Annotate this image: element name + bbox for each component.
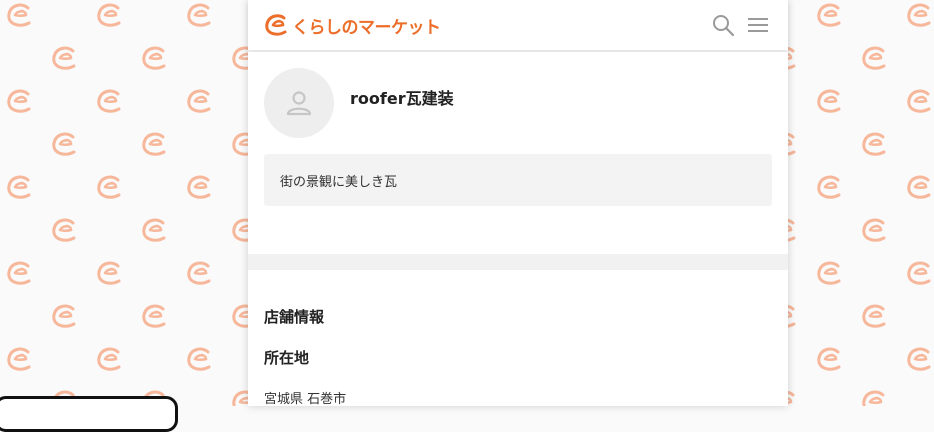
pattern-mascot-icon [907, 175, 931, 199]
pattern-mascot-icon [817, 261, 841, 285]
pattern-mascot-icon [817, 175, 841, 199]
pattern-mascot-icon [7, 175, 31, 199]
pattern-mascot-icon [187, 175, 211, 199]
pattern-mascot-icon [7, 3, 31, 27]
pattern-mascot-icon [97, 347, 121, 371]
pattern-mascot-icon [97, 175, 121, 199]
search-button[interactable] [710, 12, 736, 38]
pattern-mascot-icon [142, 304, 166, 328]
store-info-heading: 店舗情報 [264, 308, 325, 326]
pattern-mascot-icon [187, 261, 211, 285]
site-logo[interactable]: くらしのマーケット [264, 12, 441, 38]
shop-profile-card: roofer瓦建装 街の景観に美しき瓦 [248, 52, 788, 254]
location-value: 宮城県 石巻市 [264, 392, 347, 407]
pattern-mascot-icon [52, 218, 76, 242]
pattern-mascot-icon [862, 390, 885, 406]
pattern-mascot-icon [862, 132, 886, 156]
pattern-mascot-icon [7, 261, 31, 285]
floating-widget[interactable] [0, 396, 178, 432]
pattern-mascot-icon [7, 347, 31, 371]
pattern-mascot-icon [817, 89, 841, 113]
avatar [264, 68, 334, 138]
pattern-mascot-icon [52, 132, 76, 156]
shop-description-box: 街の景観に美しき瓦 [264, 154, 772, 206]
pattern-mascot-icon [907, 89, 931, 113]
user-silhouette-icon [286, 91, 312, 116]
page-container: くらしのマーケット roofer瓦建装 街の景観に美しき瓦 店舗情報 所在地 宮… [248, 0, 788, 407]
pattern-mascot-icon [142, 218, 166, 242]
pattern-mascot-icon [142, 46, 166, 70]
menu-button[interactable] [745, 12, 771, 38]
search-icon [713, 15, 735, 37]
pattern-mascot-icon [907, 261, 931, 285]
shop-name: roofer瓦建装 [350, 89, 454, 108]
pattern-mascot-icon [907, 347, 931, 371]
location-heading: 所在地 [264, 349, 310, 367]
shop-description: 街の景観に美しき瓦 [280, 174, 398, 190]
site-header: くらしのマーケット [248, 0, 788, 50]
pattern-mascot-icon [187, 3, 211, 27]
pattern-mascot-icon [862, 46, 886, 70]
pattern-mascot-icon [907, 3, 931, 27]
pattern-mascot-icon [97, 261, 121, 285]
pattern-mascot-icon [97, 89, 121, 113]
pattern-mascot-icon [862, 218, 886, 242]
pattern-mascot-icon [52, 304, 76, 328]
pattern-mascot-icon [97, 3, 121, 27]
pattern-mascot-icon [817, 3, 841, 27]
c-mascot-icon [265, 14, 287, 36]
hamburger-menu-icon [748, 18, 768, 32]
pattern-mascot-icon [187, 347, 211, 371]
pattern-mascot-icon [52, 46, 76, 70]
pattern-mascot-icon [862, 304, 886, 328]
pattern-mascot-icon [187, 89, 211, 113]
pattern-mascot-icon [817, 347, 841, 371]
store-info-card: 店舗情報 所在地 宮城県 石巻市 [248, 270, 788, 407]
logo-text: くらしのマーケット [292, 17, 441, 38]
pattern-mascot-icon [7, 89, 31, 113]
pattern-mascot-icon [142, 132, 166, 156]
